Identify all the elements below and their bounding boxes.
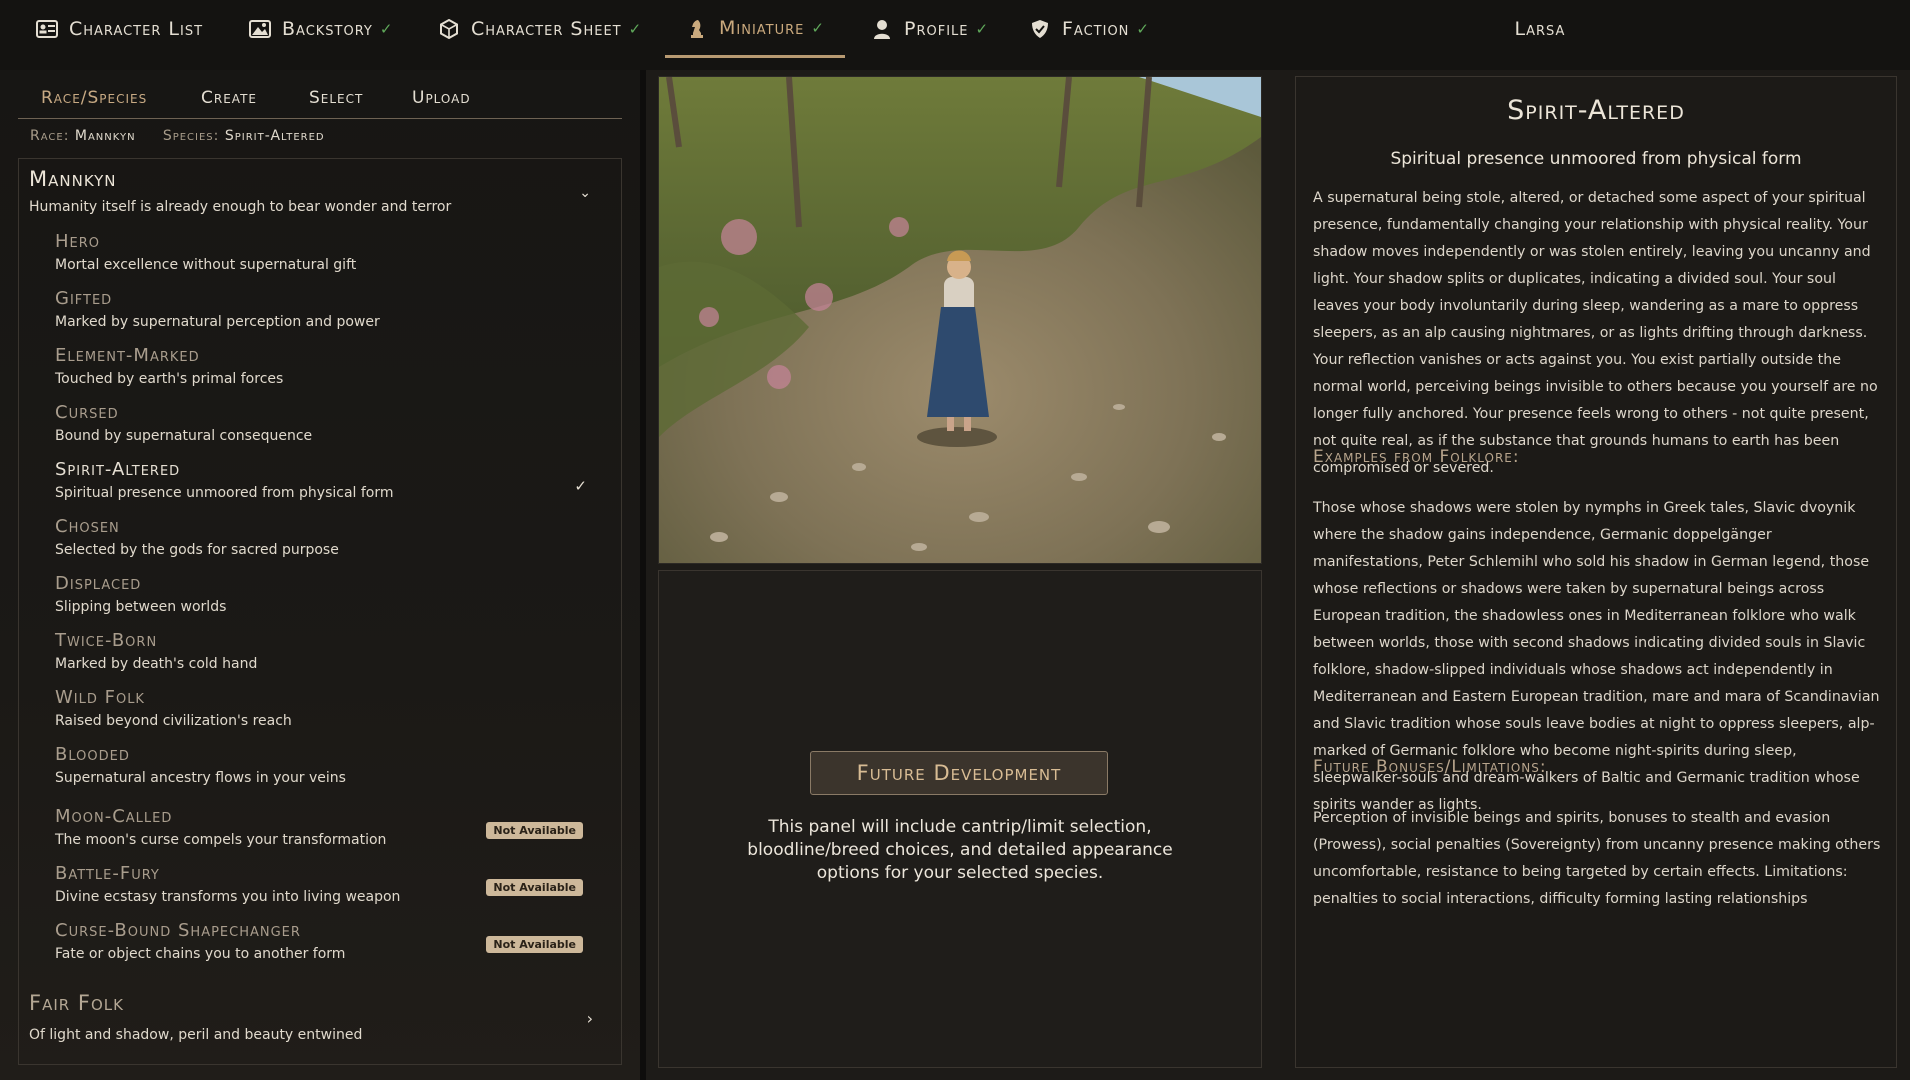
species-item[interactable]: Chosen Selected by the gods for sacred p… — [55, 516, 615, 568]
subtab-upload[interactable]: Upload — [412, 88, 471, 108]
examples-heading: Examples from Folklore: — [1313, 447, 1520, 467]
cube-icon — [437, 18, 461, 40]
tab-character-sheet[interactable]: Character Sheet ✓ — [437, 0, 642, 58]
group-title-mannkyn[interactable]: Mannkyn — [29, 167, 117, 191]
tab-backstory[interactable]: Backstory ✓ — [248, 0, 393, 58]
tab-faction[interactable]: Faction ✓ — [1028, 0, 1150, 58]
species-desc: Marked by supernatural perception and po… — [55, 314, 380, 330]
species-title: Blooded — [55, 744, 130, 765]
species-item[interactable]: Blooded Supernatural ancestry flows in y… — [55, 744, 615, 796]
species-description: A supernatural being stole, altered, or … — [1313, 190, 1878, 476]
species-item[interactable]: Twice-Born Marked by death's cold hand — [55, 630, 615, 682]
species-item[interactable]: Battle-Fury Divine ecstasy transforms yo… — [55, 863, 615, 915]
species-item[interactable]: Displaced Slipping between worlds — [55, 573, 615, 625]
species-item[interactable]: Wild Folk Raised beyond civilization's r… — [55, 687, 615, 739]
subtab-select[interactable]: Select — [309, 88, 363, 108]
chevron-down-icon[interactable]: ⌄ — [579, 185, 591, 201]
species-detail-subtitle: Spiritual presence unmoored from physica… — [1390, 149, 1802, 169]
miniature-panel: Future Development This panel will inclu… — [640, 70, 1292, 1080]
future-development-title: Future Development — [810, 751, 1108, 795]
check-icon: ✓ — [811, 18, 825, 37]
shield-icon — [1028, 18, 1052, 40]
species-detail-title: Spirit-Altered — [1507, 95, 1685, 126]
miniature-scene-image — [659, 76, 1261, 563]
miniature-preview[interactable] — [658, 76, 1262, 564]
tab-character-list[interactable]: Character List — [35, 0, 203, 58]
not-available-badge: Not Available — [486, 879, 583, 896]
species-desc: Touched by earth's primal forces — [55, 371, 284, 387]
race-value: Mannkyn — [74, 128, 136, 144]
description-panel: Spirit-Altered Spiritual presence unmoor… — [1280, 70, 1910, 1080]
species-label: Species: — [162, 128, 220, 144]
tab-label: Faction — [1062, 18, 1130, 40]
species-title: Displaced — [55, 573, 142, 594]
tab-profile[interactable]: Profile ✓ — [870, 0, 989, 58]
check-icon: ✓ — [628, 20, 643, 38]
species-desc: Marked by death's cold hand — [55, 656, 258, 672]
species-title: Spirit-Altered — [55, 459, 181, 480]
selection-summary: Race: Mannkyn Species: Spirit-Altered — [30, 128, 325, 144]
image-icon — [248, 18, 272, 40]
species-value: Spirit-Altered — [224, 128, 325, 144]
species-item-selected[interactable]: Spirit-Altered Spiritual presence unmoor… — [55, 459, 615, 511]
not-available-badge: Not Available — [486, 936, 583, 953]
species-item[interactable]: Moon-Called The moon's curse compels you… — [55, 806, 615, 858]
species-title: Cursed — [55, 402, 119, 423]
species-title: Gifted — [55, 288, 113, 309]
subtab-create[interactable]: Create — [201, 88, 257, 108]
future-development-box: Future Development This panel will inclu… — [658, 570, 1262, 1068]
species-desc: Selected by the gods for sacred purpose — [55, 542, 339, 558]
species-title: Chosen — [55, 516, 120, 537]
description-box: Spirit-Altered Spiritual presence unmoor… — [1295, 76, 1897, 1068]
subtab-bar: Race/Species Create Select Upload — [18, 78, 622, 119]
species-item[interactable]: Cursed Bound by supernatural consequence — [55, 402, 615, 454]
species-title: Twice-Born — [55, 630, 158, 651]
check-icon: ✓ — [574, 477, 587, 495]
tab-label: Character List — [69, 18, 204, 40]
group-title-fair-folk[interactable]: Fair Folk — [29, 991, 124, 1015]
tab-label: Character Sheet — [471, 18, 622, 40]
species-panel: Race/Species Create Select Upload Race: … — [0, 70, 640, 1080]
tab-label: Profile — [904, 18, 969, 40]
tab-label: Miniature — [719, 16, 805, 39]
username[interactable]: Larsa — [1470, 18, 1610, 40]
future-development-text: This panel will include cantrip/limit se… — [747, 817, 1173, 883]
check-icon: ✓ — [1136, 20, 1150, 38]
user-icon — [870, 18, 894, 40]
check-icon: ✓ — [379, 20, 394, 38]
subtab-race-species[interactable]: Race/Species — [41, 88, 147, 108]
check-icon: ✓ — [975, 20, 990, 38]
tab-miniature[interactable]: Miniature ✓ — [665, 0, 845, 58]
bonuses-heading: Future Bonuses/Limitations: — [1313, 757, 1547, 777]
species-desc: Slipping between worlds — [55, 599, 227, 615]
race-label: Race: — [30, 128, 70, 144]
group-desc-mannkyn: Humanity itself is already enough to bea… — [29, 199, 452, 215]
not-available-badge: Not Available — [486, 822, 583, 839]
species-item[interactable]: Gifted Marked by supernatural perception… — [55, 288, 615, 340]
species-desc: Mortal excellence without supernatural g… — [55, 257, 357, 273]
id-card-icon — [35, 18, 59, 40]
species-title: Element-Marked — [55, 345, 200, 366]
species-desc: Supernatural ancestry flows in your vein… — [55, 770, 346, 786]
species-desc: Raised beyond civilization's reach — [55, 713, 292, 729]
species-desc: Spiritual presence unmoored from physica… — [55, 485, 394, 501]
species-desc: Bound by supernatural consequence — [55, 428, 313, 444]
species-title: Wild Folk — [55, 687, 145, 708]
species-title: Hero — [55, 231, 101, 252]
chess-knight-icon — [685, 17, 709, 39]
tab-label: Backstory — [282, 18, 373, 40]
group-desc-fair-folk: Of light and shadow, peril and beauty en… — [29, 1027, 363, 1043]
top-nav: Character List Backstory ✓ Character Shee… — [0, 0, 1910, 71]
species-list: Mannkyn Humanity itself is already enoug… — [18, 158, 622, 1065]
species-item[interactable]: Hero Mortal excellence without supernatu… — [55, 231, 615, 283]
bonuses-text: Perception of invisible beings and spiri… — [1313, 810, 1881, 907]
species-item[interactable]: Curse-Bound Shapechanger Fate or object … — [55, 920, 615, 972]
species-item[interactable]: Element-Marked Touched by earth's primal… — [55, 345, 615, 397]
chevron-right-icon[interactable]: › — [587, 1009, 593, 1028]
